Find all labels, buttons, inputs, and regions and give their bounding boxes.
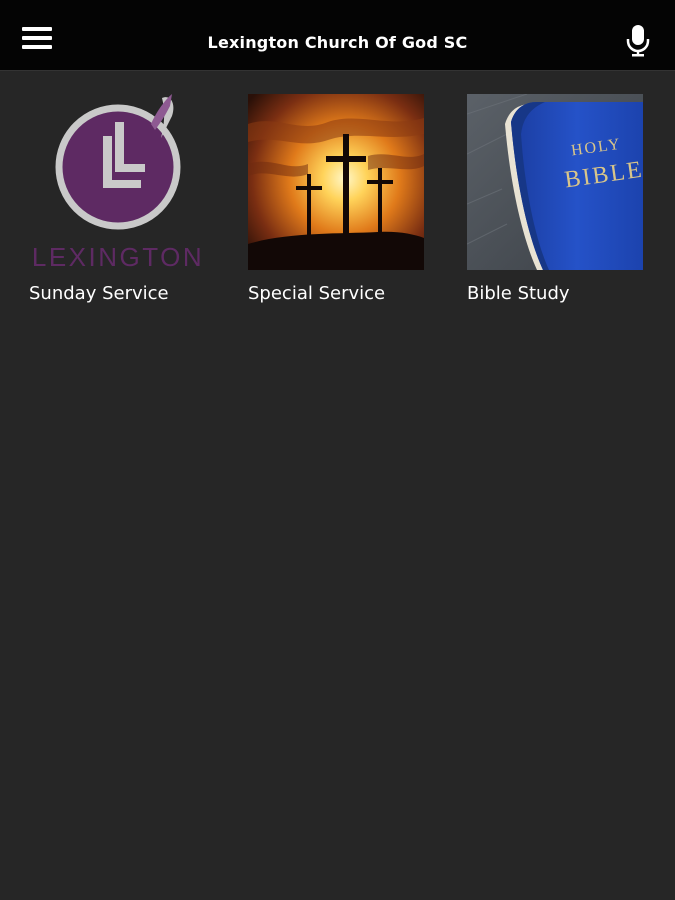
three-crosses-sunset-image: [248, 94, 424, 270]
tile-special-service[interactable]: Special Service: [248, 94, 424, 304]
tile-label: Bible Study: [467, 283, 570, 304]
app-title: Lexington Church Of God SC: [207, 33, 468, 52]
tile-sunday-service[interactable]: LEXINGTON Sunday Service: [29, 94, 205, 304]
app-header: Lexington Church Of God SC: [0, 0, 675, 71]
microphone-icon[interactable]: [626, 24, 650, 58]
tile-bible-study[interactable]: HOLY BIBLE Bible Study: [467, 94, 643, 304]
lexington-logo-image: LEXINGTON: [29, 94, 205, 270]
tile-label: Sunday Service: [29, 283, 169, 304]
holy-bible-image: HOLY BIBLE: [467, 94, 643, 270]
lexington-logo-text: LEXINGTON: [32, 242, 204, 270]
tile-label: Special Service: [248, 283, 386, 304]
